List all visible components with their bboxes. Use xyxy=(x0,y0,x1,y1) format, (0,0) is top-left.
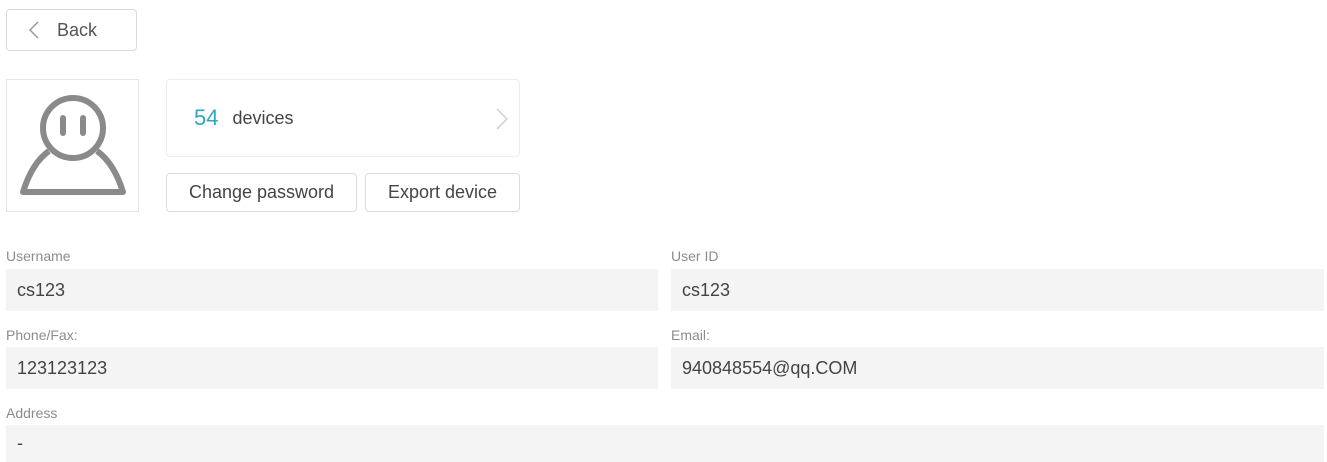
user-id-field: cs123 xyxy=(671,269,1324,311)
user-id-label: User ID xyxy=(671,248,719,264)
phone-label: Phone/Fax: xyxy=(6,327,78,343)
address-label: Address xyxy=(6,405,58,421)
device-count-label: devices xyxy=(232,107,294,128)
export-device-button[interactable]: Export device xyxy=(365,173,520,212)
chevron-left-icon xyxy=(25,21,43,39)
back-button[interactable]: Back xyxy=(6,9,137,51)
device-count: 54 xyxy=(194,105,219,130)
chevron-right-icon xyxy=(496,108,509,130)
address-field: - xyxy=(6,425,1324,462)
avatar xyxy=(6,79,139,212)
username-label: Username xyxy=(6,248,71,264)
back-button-label: Back xyxy=(57,19,98,40)
user-detail-page: Back 54 devices Change password Export d… xyxy=(0,0,1327,462)
phone-field: 123123123 xyxy=(6,347,658,389)
device-count-card[interactable]: 54 devices xyxy=(166,79,520,157)
user-avatar-icon xyxy=(19,94,126,195)
email-label: Email: xyxy=(671,327,710,343)
change-password-button[interactable]: Change password xyxy=(166,173,357,212)
username-field: cs123 xyxy=(6,269,658,311)
email-field: 940848554@qq.COM xyxy=(671,347,1324,389)
